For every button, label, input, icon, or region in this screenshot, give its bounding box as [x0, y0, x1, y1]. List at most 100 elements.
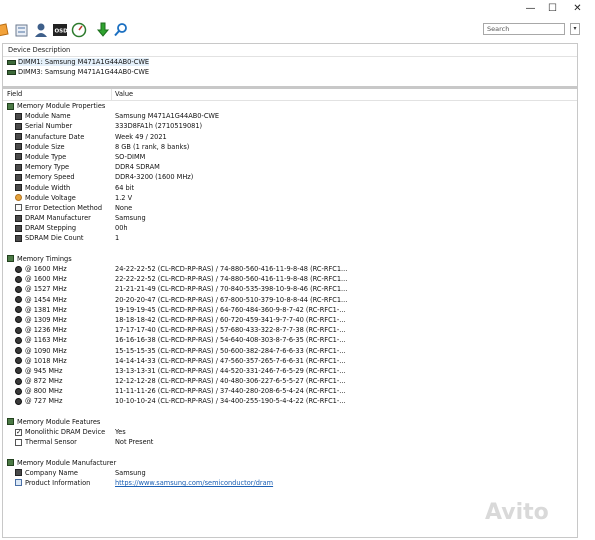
table-row[interactable]: @ 1600 MHz 24-22-22-52 (CL-RCD-RP-RAS) / …	[3, 264, 577, 274]
table-row[interactable]: Manufacture Date Week 49 / 2021	[3, 132, 577, 142]
table-row[interactable]: Error Detection Method None	[3, 203, 577, 213]
clock-icon	[15, 377, 22, 385]
table-row[interactable]: @ 1018 MHz 14-14-14-33 (CL-RCD-RP-RAS) / …	[3, 356, 577, 366]
field-text: Module Name	[25, 112, 71, 121]
field-cell: Module Name	[15, 111, 71, 121]
search-icon[interactable]	[113, 22, 129, 38]
table-row[interactable]: Thermal Sensor Not Present	[3, 437, 577, 447]
memory-chip-icon	[15, 153, 22, 161]
table-row[interactable]: @ 1527 MHz 21-21-21-49 (CL-RCD-RP-RAS) / …	[3, 284, 577, 294]
value-cell: Week 49 / 2021	[115, 132, 167, 141]
user-icon[interactable]	[33, 22, 49, 38]
table-row[interactable]: SDRAM Die Count 1	[3, 233, 577, 243]
field-cell: @ 1163 MHz	[15, 335, 67, 345]
table-row[interactable]: Module Size 8 GB (1 rank, 8 banks)	[3, 142, 577, 152]
download-icon[interactable]	[95, 22, 111, 38]
column-header-field[interactable]: Field	[7, 89, 22, 100]
value-cell: 17-17-17-40 (CL-RCD-RP-RAS) / 57-680-433…	[115, 326, 346, 335]
clock-icon	[15, 326, 22, 334]
clock-icon	[15, 285, 22, 293]
field-text: @ 800 MHz	[25, 387, 63, 396]
table-row[interactable]: DRAM Manufacturer Samsung	[3, 213, 577, 223]
field-text: @ 1163 MHz	[25, 336, 67, 345]
table-row[interactable]: Monolithic DRAM Device Yes	[3, 427, 577, 437]
group-label-text: Memory Timings	[17, 254, 72, 263]
group-header[interactable]: Memory Timings	[3, 254, 577, 264]
memory-chip-icon	[15, 112, 22, 120]
product-info-link[interactable]: https://www.samsung.com/semiconductor/dr…	[115, 478, 273, 488]
memory-chip-icon	[15, 184, 22, 191]
gauge-icon[interactable]	[71, 22, 87, 38]
device-item-label: DIMM1: Samsung M471A1G44AB0-CWE	[18, 58, 150, 66]
clock-icon	[15, 397, 22, 405]
group-label: Memory Module Features	[7, 417, 100, 427]
value-cell: 1.2 V	[115, 193, 133, 202]
value-cell: 14-14-14-33 (CL-RCD-RP-RAS) / 47-560-357…	[115, 356, 346, 365]
search-dropdown-button[interactable]: ▾	[570, 23, 580, 35]
memory-chip-icon	[15, 143, 22, 151]
table-row[interactable]: @ 1090 MHz 15-15-15-35 (CL-RCD-RP-RAS) / …	[3, 346, 577, 356]
value-cell: 10-10-10-24 (CL-RCD-RP-RAS) / 34-400-255…	[115, 397, 346, 406]
search-input[interactable]: Search	[483, 23, 565, 35]
field-cell: SDRAM Die Count	[15, 233, 84, 243]
device-item-label: DIMM3: Samsung M471A1G44AB0-CWE	[18, 68, 150, 76]
table-row[interactable]: @ 727 MHz 10-10-10-24 (CL-RCD-RP-RAS) / 3…	[3, 396, 577, 406]
field-cell: @ 1454 MHz	[15, 295, 67, 305]
device-description-header[interactable]: Device Description	[3, 44, 577, 57]
report-icon[interactable]	[0, 22, 10, 38]
spacer-row	[3, 447, 577, 457]
close-button[interactable]: ✕	[565, 0, 590, 17]
value-cell: 12-12-12-28 (CL-RCD-RP-RAS) / 40-480-306…	[115, 377, 346, 386]
table-row[interactable]: Module Type SO-DIMM	[3, 152, 577, 162]
value-cell: DDR4-3200 (1600 MHz)	[115, 173, 194, 182]
field-cell: Manufacture Date	[15, 132, 84, 142]
details-rows: Memory Module Properties Module Name Samsu…	[3, 101, 577, 488]
memory-chip-icon	[15, 173, 22, 181]
table-row[interactable]: Serial Number 333D8FA1h (2710519081)	[3, 121, 577, 131]
maximize-button[interactable]: ☐	[540, 0, 565, 17]
table-row[interactable]: Module Voltage 1.2 V	[3, 193, 577, 203]
table-row[interactable]: @ 945 MHz 13-13-13-31 (CL-RCD-RP-RAS) / 4…	[3, 366, 577, 376]
checkbox-checked-icon	[15, 428, 22, 436]
table-row[interactable]: Memory Type DDR4 SDRAM	[3, 162, 577, 172]
field-cell: @ 1600 MHz	[15, 274, 67, 284]
table-row[interactable]: Product Information https://www.samsung.c…	[3, 478, 577, 488]
group-header[interactable]: Memory Module Manufacturer	[3, 458, 577, 468]
watermark: Avito	[485, 500, 549, 525]
table-row[interactable]: @ 1381 MHz 19-19-19-45 (CL-RCD-RP-RAS) / …	[3, 305, 577, 315]
table-row[interactable]: Company Name Samsung	[3, 468, 577, 478]
table-row[interactable]: @ 1600 MHz 22-22-22-52 (CL-RCD-RP-RAS) / …	[3, 274, 577, 284]
value-cell: Samsung	[115, 214, 146, 223]
field-text: DRAM Manufacturer	[25, 214, 91, 223]
table-row[interactable]: Module Width 64 bit	[3, 183, 577, 193]
field-cell: Product Information	[15, 478, 90, 488]
table-row[interactable]: @ 1309 MHz 18-18-18-42 (CL-RCD-RP-RAS) / …	[3, 315, 577, 325]
column-header-row: Field Value	[3, 89, 577, 101]
computer-icon[interactable]	[14, 22, 30, 38]
value-cell: 18-18-18-42 (CL-RCD-RP-RAS) / 60-720-459…	[115, 315, 346, 324]
table-row[interactable]: Memory Speed DDR4-3200 (1600 MHz)	[3, 172, 577, 182]
column-separator[interactable]	[111, 89, 112, 100]
value-cell: 21-21-21-49 (CL-RCD-RP-RAS) / 70-840-535…	[115, 285, 348, 294]
table-row[interactable]: @ 872 MHz 12-12-12-28 (CL-RCD-RP-RAS) / 4…	[3, 376, 577, 386]
field-text: @ 1454 MHz	[25, 295, 67, 304]
table-row[interactable]: @ 1454 MHz 20-20-20-47 (CL-RCD-RP-RAS) / …	[3, 295, 577, 305]
device-item[interactable]: DIMM1: Samsung M471A1G44AB0-CWE	[3, 57, 577, 67]
value-cell: SO-DIMM	[115, 152, 146, 161]
table-row[interactable]: Module Name Samsung M471A1G44AB0-CWE	[3, 111, 577, 121]
device-item[interactable]: DIMM3: Samsung M471A1G44AB0-CWE	[3, 67, 577, 77]
table-row[interactable]: DRAM Stepping 00h	[3, 223, 577, 233]
table-row[interactable]: @ 800 MHz 11-11-11-26 (CL-RCD-RP-RAS) / 3…	[3, 386, 577, 396]
value-cell: Not Present	[115, 438, 154, 447]
field-text: Company Name	[25, 468, 78, 477]
field-text: DRAM Stepping	[25, 224, 77, 233]
column-header-value[interactable]: Value	[115, 89, 133, 100]
table-row[interactable]: @ 1163 MHz 16-16-16-38 (CL-RCD-RP-RAS) / …	[3, 335, 577, 345]
osd-icon[interactable]: OSD	[52, 22, 68, 38]
group-header[interactable]: Memory Module Features	[3, 417, 577, 427]
table-row[interactable]: @ 1236 MHz 17-17-17-40 (CL-RCD-RP-RAS) / …	[3, 325, 577, 335]
spacer-row	[3, 407, 577, 417]
clock-icon	[15, 357, 22, 365]
group-header[interactable]: Memory Module Properties	[3, 101, 577, 111]
field-cell: Company Name	[15, 468, 78, 478]
